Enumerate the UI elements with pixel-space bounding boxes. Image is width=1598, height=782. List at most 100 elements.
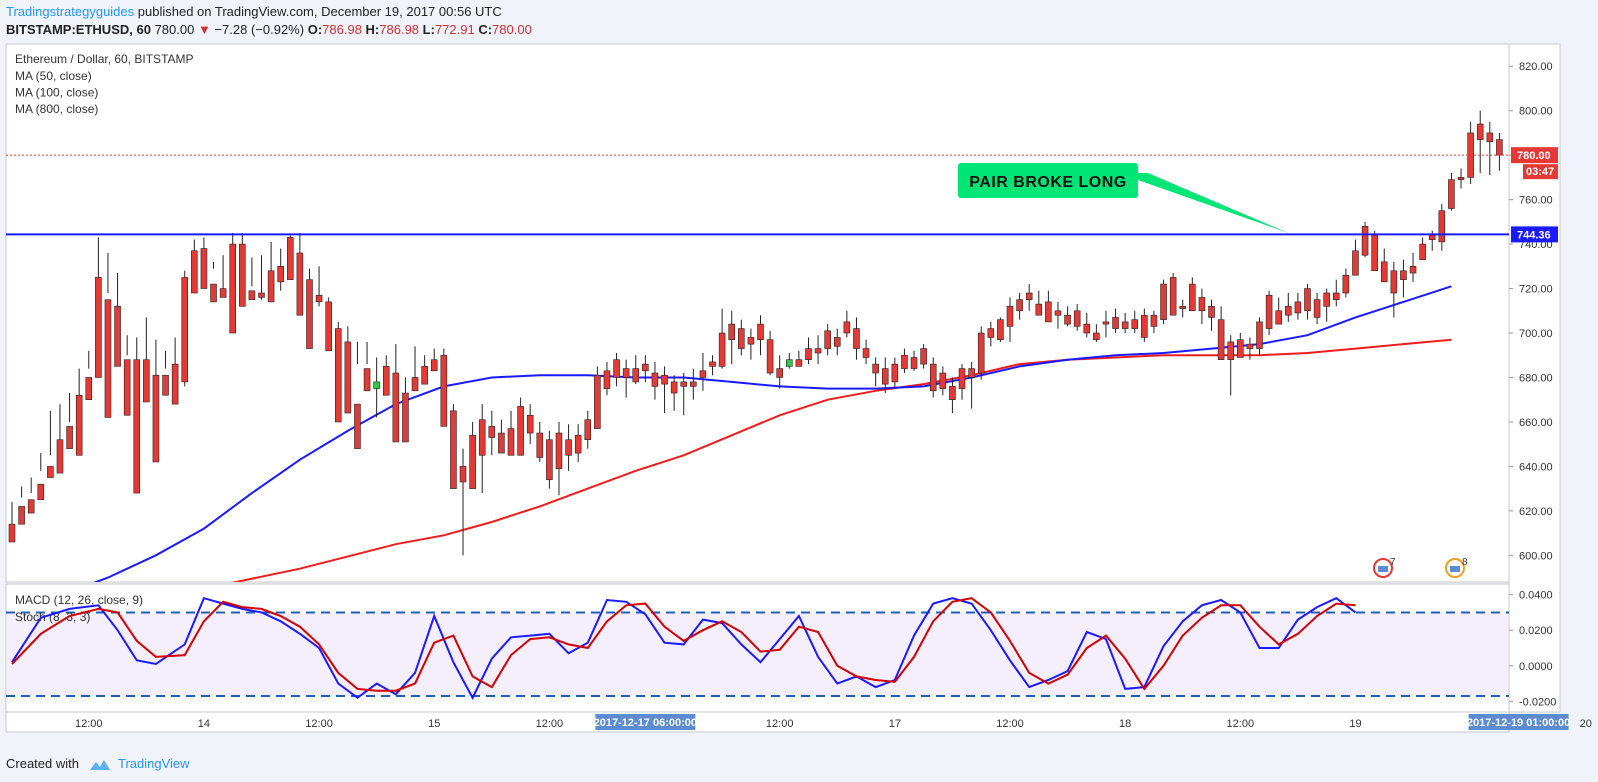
- candle: [603, 370, 611, 389]
- candle: [642, 363, 649, 372]
- time-tick-label: 12:00: [305, 718, 333, 730]
- candle: [1342, 274, 1350, 294]
- candle: [1102, 321, 1110, 325]
- created-with-label: Created with: [6, 756, 79, 771]
- stoch-label: Stoch (8, 3, 3): [15, 610, 90, 624]
- candle: [421, 366, 428, 385]
- candle: [949, 386, 956, 401]
- candle: [699, 370, 707, 378]
- candle: [584, 419, 592, 441]
- time-tick-label: 12:00: [1227, 718, 1255, 730]
- candle: [133, 359, 141, 494]
- candle: [507, 428, 515, 456]
- candle: [1428, 234, 1436, 240]
- candle: [450, 410, 457, 489]
- candle: [920, 348, 927, 365]
- time-tick-label: 12:00: [536, 718, 564, 730]
- candle: [997, 319, 1004, 340]
- last-price-label: 780.00: [1517, 150, 1551, 162]
- candle: [1265, 294, 1273, 329]
- candle: [1045, 301, 1052, 323]
- candle: [1352, 250, 1359, 276]
- candle: [1285, 306, 1292, 316]
- candle: [191, 250, 198, 294]
- candle: [430, 359, 438, 372]
- time-tick-label: 15: [428, 718, 440, 730]
- indicator-label: MA (50, close): [15, 69, 92, 83]
- price-tick-label: 820.00: [1519, 61, 1553, 73]
- price-tick-label: 760.00: [1519, 195, 1553, 207]
- candle: [1457, 177, 1465, 180]
- candle: [757, 323, 764, 340]
- indicator-label: MA (800, close): [15, 102, 98, 116]
- candle: [1448, 179, 1455, 209]
- candle: [824, 330, 831, 349]
- price-tick-label: 680.00: [1519, 372, 1553, 384]
- candle: [901, 354, 908, 369]
- indicator-label: MA (100, close): [15, 86, 98, 100]
- candle: [536, 432, 544, 458]
- candle: [1313, 299, 1321, 318]
- candle: [594, 374, 601, 429]
- candle: [958, 368, 966, 389]
- time-tick-label: 12:00: [766, 718, 794, 730]
- candle: [1006, 306, 1014, 327]
- candle: [843, 321, 851, 334]
- price-tick-label: 800.00: [1519, 106, 1553, 118]
- tradingview-cloud-icon: [89, 759, 110, 770]
- tradingview-link[interactable]: TradingView: [118, 756, 190, 771]
- candle: [440, 354, 448, 427]
- candle: [75, 394, 83, 456]
- candle: [363, 368, 371, 392]
- candle: [853, 328, 860, 349]
- crosshair-time-label: 2017-12-17 06:00:00: [594, 717, 697, 729]
- candle: [1380, 261, 1388, 283]
- candle: [1361, 225, 1369, 256]
- candle: [1083, 323, 1091, 334]
- candle: [210, 283, 217, 303]
- time-tick-label: 12:00: [996, 718, 1024, 730]
- candle: [1237, 339, 1244, 358]
- candle: [766, 339, 774, 374]
- osc-tick-label: 0.0000: [1519, 661, 1553, 673]
- candle: [56, 439, 64, 474]
- time-tick-label: 18: [1119, 718, 1131, 730]
- candle: [786, 359, 793, 367]
- candle: [123, 359, 131, 416]
- candle: [661, 374, 668, 385]
- candle: [162, 374, 169, 396]
- candle: [152, 374, 160, 463]
- candle: [402, 392, 409, 443]
- chart-canvas[interactable]: 820.00800.00780.00760.00740.00720.00700.…: [0, 0, 1598, 782]
- candle: [219, 288, 227, 298]
- candle: [805, 348, 812, 360]
- candle: [1496, 139, 1503, 156]
- countdown-label: 03:47: [1526, 166, 1554, 178]
- candle: [334, 328, 342, 423]
- callout-text: PAIR BROKE LONG: [969, 174, 1126, 191]
- time-axis[interactable]: [5, 711, 1510, 733]
- candle: [1217, 319, 1225, 360]
- candle: [526, 414, 534, 434]
- candle: [1064, 314, 1071, 325]
- candle: [171, 363, 179, 405]
- price-tick-label: 640.00: [1519, 461, 1553, 473]
- candle: [1438, 210, 1446, 243]
- candle: [411, 377, 419, 392]
- candle: [1486, 132, 1494, 143]
- candle: [574, 434, 582, 454]
- candle: [1371, 234, 1378, 272]
- candle: [277, 266, 284, 283]
- candle: [1035, 303, 1043, 316]
- candle: [1275, 310, 1282, 325]
- candle: [546, 439, 553, 481]
- candle: [1189, 283, 1196, 312]
- candle: [929, 363, 937, 392]
- price-tick-label: 620.00: [1519, 506, 1553, 518]
- candle: [833, 337, 841, 347]
- candle: [1390, 270, 1398, 294]
- crosshair-time-label: 2017-12-19 01:00:00: [1467, 717, 1570, 729]
- time-tick-label: 20: [1580, 718, 1592, 730]
- candle: [1323, 292, 1330, 307]
- candle: [114, 306, 121, 367]
